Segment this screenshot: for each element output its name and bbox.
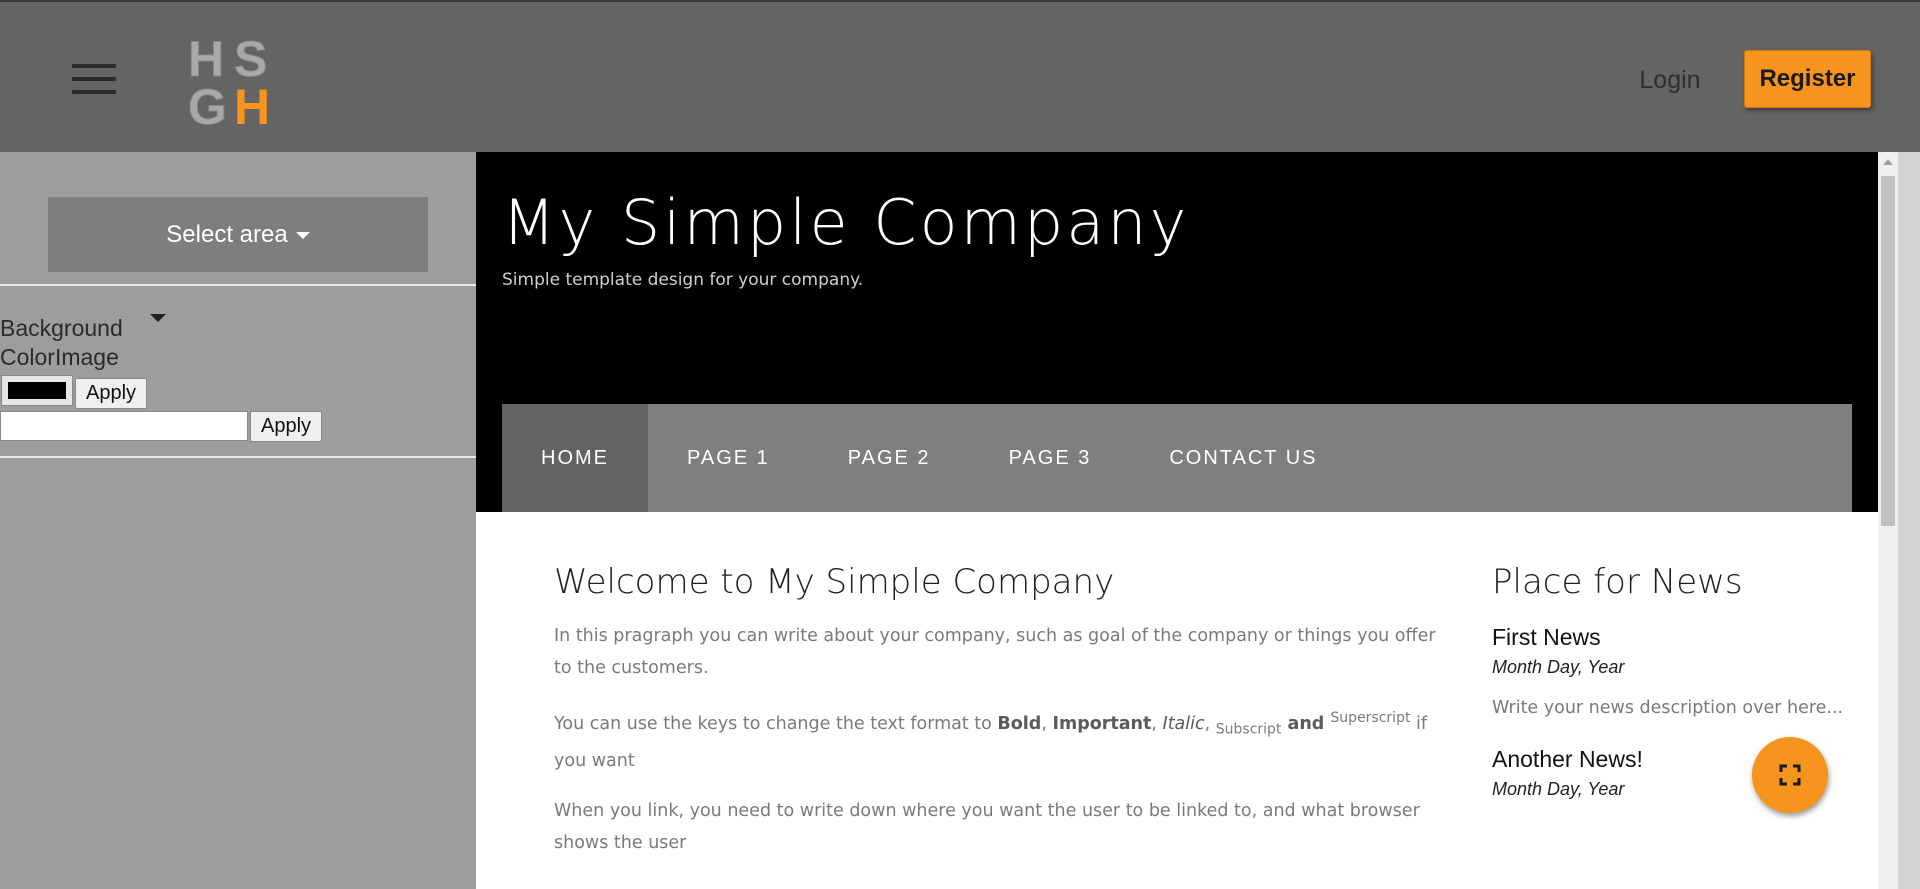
- text: ,: [1151, 713, 1163, 734]
- welcome-heading: Welcome to My Simple Company: [554, 562, 1115, 602]
- divider: [0, 284, 476, 286]
- bold-text: Bold: [997, 713, 1042, 734]
- nav-item-page-2[interactable]: PAGE 2: [809, 404, 970, 512]
- page-edge: [1898, 152, 1920, 889]
- news-date: Month Day, Year: [1492, 657, 1625, 677]
- hero-header[interactable]: My Simple Company Simple template design…: [476, 152, 1878, 512]
- apply-image-button[interactable]: Apply: [250, 411, 322, 442]
- italic-text: Italic: [1162, 713, 1205, 734]
- news-description: Write your news description over here...: [1492, 698, 1844, 718]
- logo-letter: H: [234, 79, 270, 126]
- site-title: My Simple Company: [502, 186, 1190, 259]
- subscript-text: Subscript: [1215, 721, 1282, 738]
- background-color-picker[interactable]: [1, 375, 73, 406]
- top-bar: H S G H Login Register: [0, 0, 1920, 152]
- color-swatch: [8, 382, 66, 399]
- text: ,: [1204, 713, 1216, 734]
- scroll-up-arrow-icon[interactable]: [1878, 152, 1898, 172]
- site-nav: HOME PAGE 1 PAGE 2 PAGE 3 CONTACT US: [502, 404, 1852, 512]
- background-type-label: Background ColorImage: [0, 315, 123, 370]
- login-link[interactable]: Login: [1620, 62, 1720, 98]
- text: ,: [1041, 713, 1053, 734]
- nav-item-page-3[interactable]: PAGE 3: [970, 404, 1131, 512]
- background-image-input[interactable]: [0, 411, 248, 441]
- caret-down-icon: [295, 232, 310, 240]
- superscript-text: Superscript: [1330, 710, 1411, 726]
- apply-color-button[interactable]: Apply: [75, 378, 147, 409]
- site-subtitle: Simple template design for your company.: [502, 270, 864, 290]
- main-content: Welcome to My Simple Company In this pra…: [554, 562, 1454, 859]
- news-heading: Place for News: [1492, 562, 1743, 602]
- important-text: Important: [1052, 713, 1152, 734]
- formatting-paragraph: You can use the keys to change the text …: [554, 702, 1454, 777]
- nav-item-page-1[interactable]: PAGE 1: [648, 404, 809, 512]
- paragraph: When you link, you need to write down wh…: [554, 801, 1420, 854]
- editor-sidebar: Select area Background ColorImage Apply …: [0, 152, 476, 889]
- logo: H S G H: [188, 32, 270, 126]
- select-area-dropdown[interactable]: Select area: [48, 197, 428, 272]
- news-title: First News: [1492, 624, 1601, 650]
- hamburger-menu-icon[interactable]: [72, 64, 116, 94]
- fullscreen-icon: [1779, 764, 1801, 786]
- divider: [0, 456, 476, 458]
- background-type-dropdown-icon[interactable]: [150, 314, 166, 322]
- paragraph: In this pragraph you can write about you…: [554, 626, 1436, 678]
- text: and: [1281, 713, 1331, 734]
- logo-letter: G: [188, 79, 227, 126]
- select-area-label: Select area: [166, 221, 288, 248]
- text: You can use the keys to change the text …: [554, 713, 998, 734]
- scrollbar[interactable]: [1878, 152, 1898, 889]
- site-preview: My Simple Company Simple template design…: [476, 152, 1878, 889]
- register-button[interactable]: Register: [1744, 50, 1871, 108]
- scroll-thumb[interactable]: [1881, 176, 1895, 526]
- nav-item-contact-us[interactable]: CONTACT US: [1130, 404, 1356, 512]
- fullscreen-button[interactable]: [1752, 737, 1828, 813]
- nav-item-home[interactable]: HOME: [502, 404, 648, 512]
